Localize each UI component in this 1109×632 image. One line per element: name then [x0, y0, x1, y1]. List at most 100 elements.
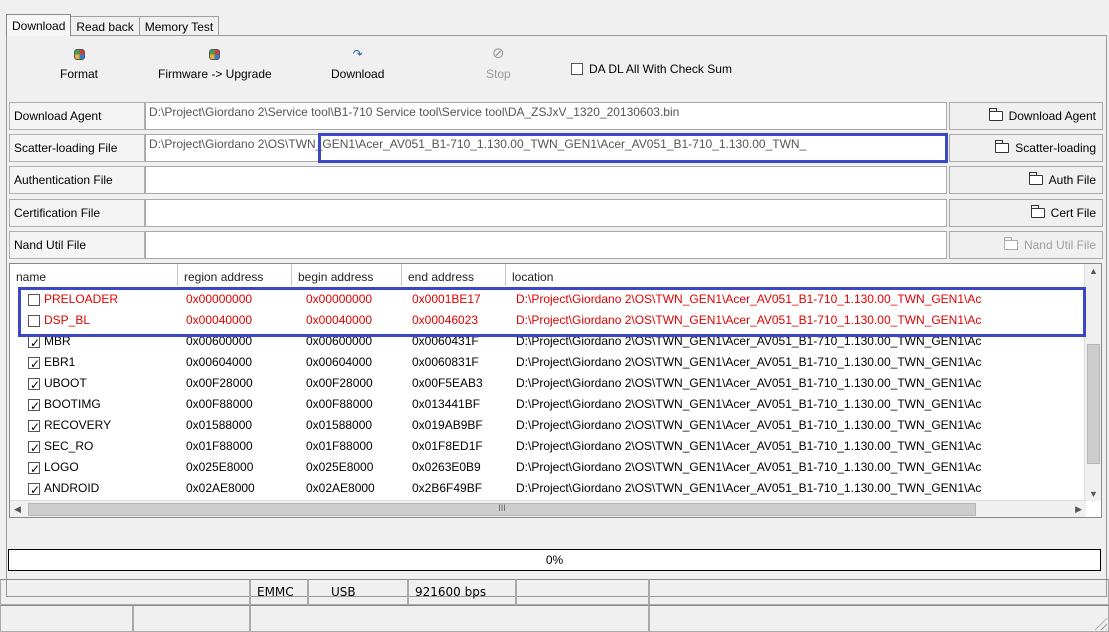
row-checkbox[interactable] [28, 354, 40, 373]
table-row[interactable]: MBR 0x00600000 0x00600000 0x0060431F D:\Proj… [10, 331, 1086, 352]
table-row[interactable]: LOGO 0x025E8000 0x025E8000 0x0263E0B9 D:\Pro… [10, 457, 1086, 478]
column-header-name[interactable]: name [10, 264, 178, 286]
table-row[interactable]: BOOTIMG 0x00F88000 0x00F88000 0x013441BF D:\… [10, 394, 1086, 415]
column-header-begin-address[interactable]: begin address [292, 264, 402, 286]
begin-address: 0x00604000 [306, 355, 373, 369]
scroll-left-icon[interactable]: ◀ [14, 504, 21, 515]
table-row[interactable]: ANDROID 0x02AE8000 0x02AE8000 0x2B6F49BF D:\… [10, 478, 1086, 499]
partition-name: ANDROID [28, 478, 183, 499]
download-agent-row: Download Agent D:\Project\Giordano 2\Ser… [9, 102, 1107, 130]
scatter-loading-row: Scatter-loading File D:\Project\Giordano… [9, 134, 1107, 162]
region-address: 0x025E8000 [186, 460, 254, 474]
status-baud: 921600 bps [408, 579, 516, 605]
row-checkbox[interactable] [28, 293, 40, 306]
table-row[interactable]: PRELOADER 0x00000000 0x00000000 0x0001BE17 D… [10, 289, 1086, 310]
checksum-checkbox[interactable] [571, 63, 583, 75]
row-checkbox[interactable] [28, 375, 40, 394]
stop-icon: ⊘ [492, 45, 505, 62]
begin-address: 0x00600000 [306, 334, 373, 348]
folder-open-icon [1028, 172, 1043, 185]
firmware-upgrade-button[interactable]: Firmware -> Upgrade [158, 46, 272, 81]
horizontal-scrollbar[interactable]: ◀ III ▶ [10, 500, 1086, 517]
tab-bar: Download Read back Memory Test [6, 14, 220, 36]
region-address: 0x00604000 [186, 355, 253, 369]
checksum-option[interactable]: DA DL All With Check Sum [571, 62, 732, 76]
partition-name: SEC_RO [28, 436, 183, 457]
download-agent-button[interactable]: Download Agent [949, 102, 1103, 130]
row-checkbox[interactable] [28, 417, 40, 436]
tab-read-back[interactable]: Read back [70, 16, 140, 36]
scatter-loading-field[interactable]: D:\Project\Giordano 2\OS\TWN_GEN1\Acer_A… [145, 134, 947, 162]
begin-address: 0x00000000 [306, 292, 373, 306]
table-row[interactable]: SEC_RO 0x01F88000 0x01F88000 0x01F8ED1F D:\P… [10, 436, 1086, 457]
progress-text: 0% [545, 553, 564, 567]
region-address: 0x01F88000 [186, 439, 253, 453]
location: D:\Project\Giordano 2\OS\TWN_GEN1\Acer_A… [516, 481, 982, 495]
download-agent-label: Download Agent [9, 102, 145, 130]
scroll-down-icon[interactable]: ▼ [1089, 489, 1098, 499]
partition-name: LOGO [28, 457, 183, 478]
status-cell-empty [649, 579, 1109, 605]
column-header-location[interactable]: location [506, 264, 1086, 286]
scroll-grip: III [498, 503, 506, 513]
nand-util-field[interactable] [145, 231, 947, 259]
column-header-region-address[interactable]: region address [178, 264, 292, 286]
begin-address: 0x01588000 [306, 418, 373, 432]
format-button[interactable]: Format [60, 46, 98, 81]
partition-name-text: LOGO [44, 460, 79, 474]
end-address: 0x013441BF [412, 397, 481, 411]
stop-button[interactable]: ⊘ Stop [486, 45, 511, 82]
partition-name-text: ANDROID [44, 481, 100, 495]
table-row[interactable]: DSP_BL 0x00040000 0x00040000 0x00046023 D:\P… [10, 310, 1086, 331]
cert-file-field[interactable] [145, 199, 947, 227]
checksum-label: DA DL All With Check Sum [589, 62, 732, 76]
scroll-right-icon[interactable]: ▶ [1075, 504, 1082, 515]
tab-memory-test[interactable]: Memory Test [138, 16, 220, 36]
download-agent-field[interactable]: D:\Project\Giordano 2\Service tool\B1-71… [145, 102, 947, 130]
folder-open-icon [1003, 237, 1018, 250]
auth-file-button[interactable]: Auth File [949, 166, 1103, 194]
tab-download[interactable]: Download [6, 14, 72, 36]
vertical-scroll-thumb[interactable] [1087, 344, 1100, 464]
auth-file-field[interactable] [145, 166, 947, 194]
cert-file-button[interactable]: Cert File [949, 199, 1103, 227]
partition-name-text: UBOOT [44, 376, 87, 390]
table-row[interactable]: EBR1 0x00604000 0x00604000 0x0060831F D:\Pro… [10, 352, 1086, 373]
horizontal-scroll-thumb[interactable]: III [28, 503, 976, 516]
status-cell-empty [649, 605, 1109, 632]
vertical-scrollbar[interactable]: ▲ ▼ [1084, 264, 1101, 501]
row-checkbox[interactable] [28, 480, 40, 499]
status-port: USB [308, 579, 408, 605]
table-row[interactable]: UBOOT 0x00F28000 0x00F28000 0x00F5EAB3 D:\Pr… [10, 373, 1086, 394]
region-address: 0x01588000 [186, 418, 253, 432]
download-label: Download [331, 67, 385, 81]
partition-name-text: SEC_RO [44, 439, 94, 453]
row-checkbox[interactable] [28, 459, 40, 478]
download-arrow-icon: ↷ [352, 47, 363, 61]
table-row[interactable]: RECOVERY 0x01588000 0x01588000 0x019AB9BF D:… [10, 415, 1086, 436]
partition-name: RECOVERY [28, 415, 183, 436]
nand-util-button[interactable]: Nand Util File [949, 231, 1103, 259]
download-button[interactable]: ↷ Download [331, 46, 384, 81]
scatter-loading-button[interactable]: Scatter-loading [949, 134, 1103, 162]
cert-file-label: Certification File [9, 199, 145, 227]
begin-address: 0x00F88000 [306, 397, 373, 411]
row-checkbox[interactable] [28, 438, 40, 457]
row-checkbox[interactable] [28, 314, 40, 327]
end-address: 0x00F5EAB3 [412, 376, 483, 390]
begin-address: 0x00040000 [306, 313, 373, 327]
location: D:\Project\Giordano 2\OS\TWN_GEN1\Acer_A… [516, 376, 982, 390]
auth-file-button-label: Auth File [1048, 173, 1096, 187]
begin-address: 0x00F28000 [306, 376, 373, 390]
partition-list[interactable]: name region address begin address end ad… [9, 263, 1102, 518]
location: D:\Project\Giordano 2\OS\TWN_GEN1\Acer_A… [516, 292, 982, 306]
firmware-upgrade-icon [158, 46, 272, 62]
row-checkbox[interactable] [28, 396, 40, 415]
partition-name: EBR1 [28, 352, 183, 373]
status-cell-empty [516, 579, 649, 605]
row-checkbox[interactable] [28, 333, 40, 352]
scroll-up-icon[interactable]: ▲ [1089, 266, 1098, 276]
location: D:\Project\Giordano 2\OS\TWN_GEN1\Acer_A… [516, 355, 982, 369]
column-header-end-address[interactable]: end address [402, 264, 506, 286]
region-address: 0x02AE8000 [186, 481, 255, 495]
